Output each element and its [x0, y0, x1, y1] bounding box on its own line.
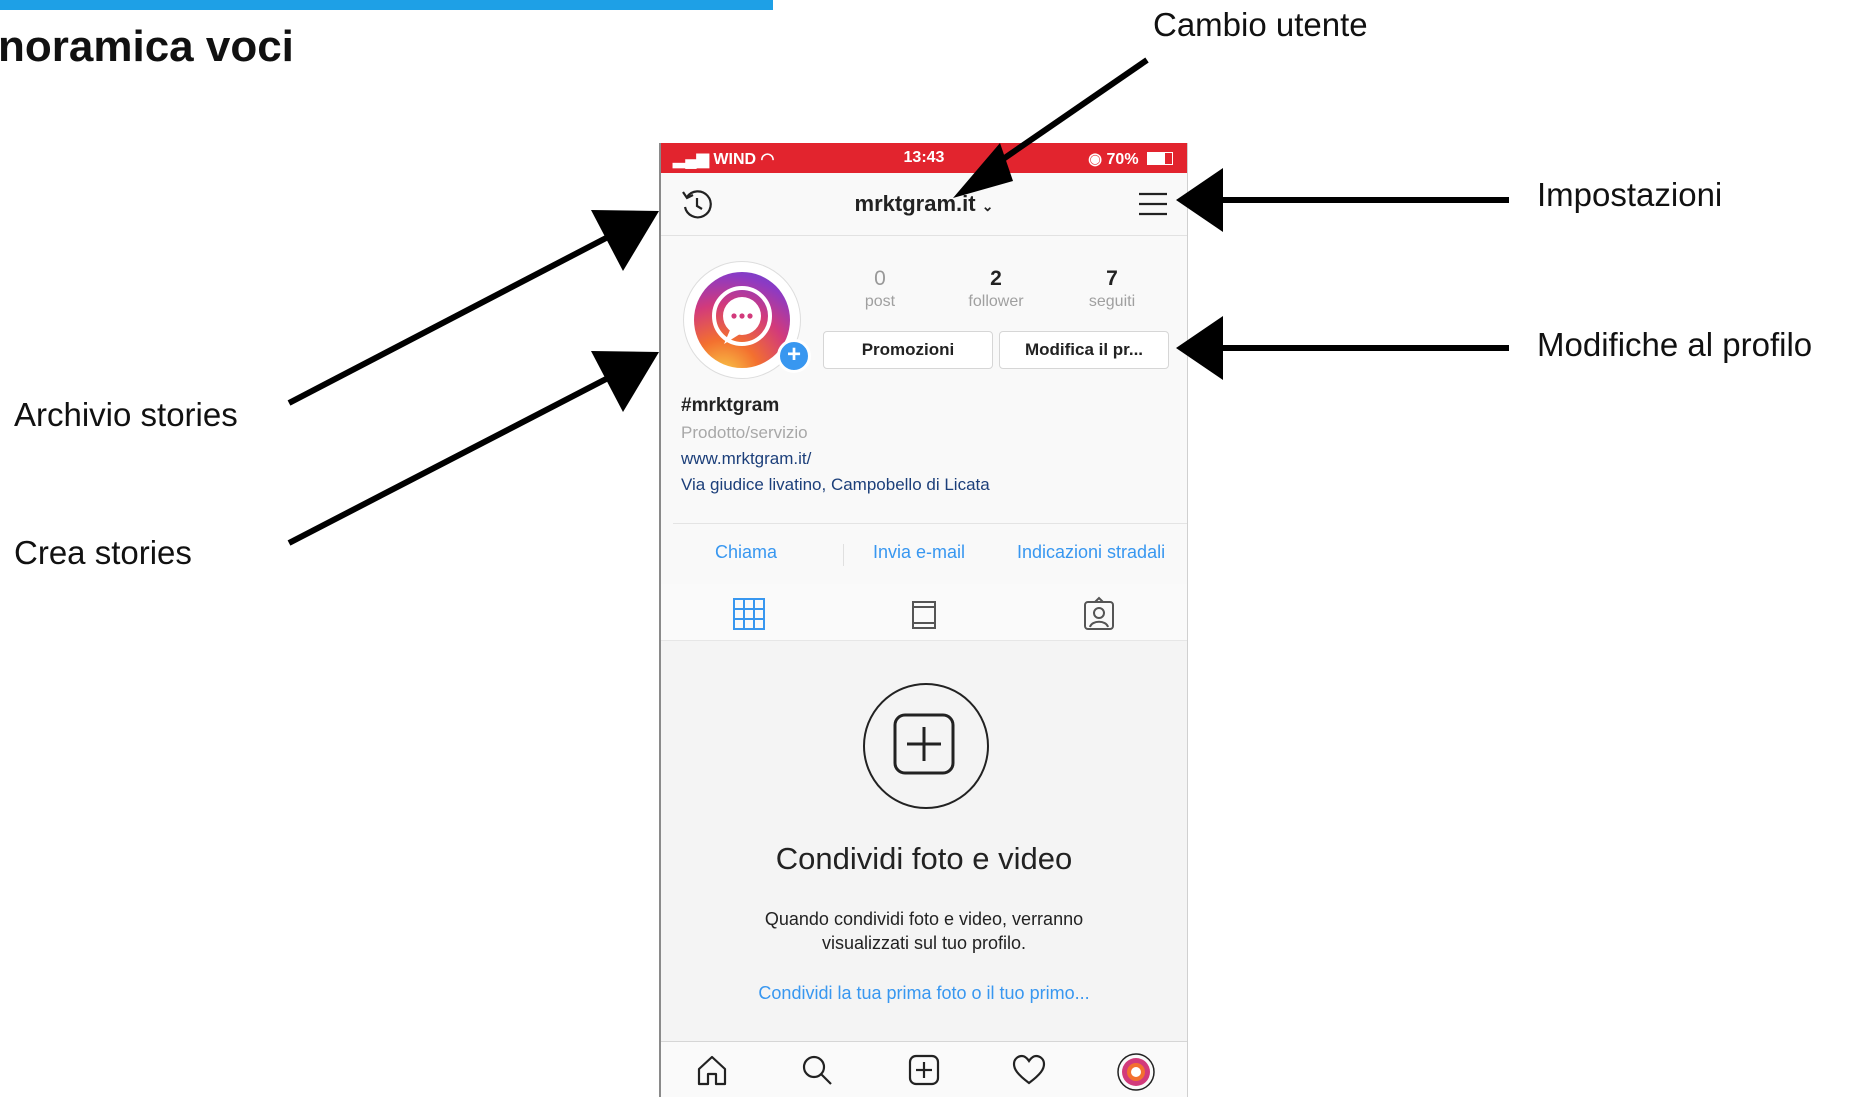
annotation-cambio-utente: Cambio utente [1153, 6, 1368, 43]
directions-button[interactable]: Indicazioni stradali [1017, 542, 1165, 563]
username: mrktgram.it [854, 191, 976, 216]
orientation-lock-icon: ◉ [1088, 151, 1107, 168]
arrow-archivio-stories [287, 210, 659, 406]
annotation-modifiche-profilo: Modifiche al profilo [1537, 326, 1813, 363]
annotation-impostazioni: Impostazioni [1537, 176, 1723, 213]
feed-icon[interactable] [906, 596, 942, 632]
stat-label: post [864, 293, 896, 310]
status-bar: ▂▄▆ WIND ◠ 13:43 ◉ 70% [661, 143, 1187, 173]
profile-icon[interactable] [1116, 1052, 1155, 1091]
share-first-post-link[interactable]: Condividi la tua prima foto o il tuo pri… [661, 983, 1187, 1004]
hamburger-menu-icon[interactable] [1137, 189, 1169, 224]
bottom-navigation [661, 1041, 1187, 1097]
stat-posts[interactable]: 0 post [825, 267, 935, 311]
contact-bar: Chiama Invia e-mail Indicazioni stradali [673, 523, 1187, 585]
phone-screen: ▂▄▆ WIND ◠ 13:43 ◉ 70% mrktgram.it ⌄ + 0… [659, 143, 1188, 1097]
heart-icon[interactable] [1011, 1052, 1047, 1088]
status-right: ◉ 70% [1088, 149, 1173, 169]
chevron-down-icon: ⌄ [981, 198, 994, 214]
avatar-logo [694, 272, 790, 368]
add-post-icon[interactable] [906, 1052, 942, 1088]
search-icon[interactable] [799, 1052, 835, 1088]
profile-website-link[interactable]: www.mrktgram.it/ [681, 449, 811, 469]
slide-title: noramica voci [0, 22, 294, 71]
promotions-button[interactable]: Promozioni [823, 331, 993, 369]
arrow-crea-stories [287, 351, 659, 546]
profile-tabs [661, 584, 1187, 641]
edit-profile-button[interactable]: Modifica il pr... [999, 331, 1169, 369]
battery-percent: 70% [1106, 151, 1139, 168]
contact-divider [843, 544, 844, 566]
stat-followers[interactable]: 2 follower [941, 267, 1051, 311]
stat-following[interactable]: 7 seguiti [1057, 267, 1167, 311]
slide-accent-bar [0, 0, 773, 10]
profile-address-link[interactable]: Via giudice livatino, Campobello di Lica… [681, 475, 990, 495]
share-photo-icon[interactable] [863, 683, 989, 809]
stat-count: 7 [1106, 267, 1118, 290]
stat-count: 2 [990, 267, 1002, 290]
empty-state-text: Quando condividi foto e video, verranno … [764, 909, 1084, 953]
stat-label: follower [968, 293, 1024, 310]
annotation-crea-stories: Crea stories [14, 534, 192, 571]
empty-state-title: Condividi foto e video [775, 841, 1073, 876]
profile-category: Prodotto/servizio [681, 423, 808, 442]
call-button[interactable]: Chiama [715, 542, 777, 563]
home-icon[interactable] [694, 1052, 730, 1088]
arrow-impostazioni [1176, 168, 1509, 232]
stat-label: seguiti [1088, 293, 1136, 310]
empty-state: Condividi foto e video Quando condividi … [661, 641, 1187, 1041]
profile-name: #mrktgram [681, 395, 780, 416]
email-button[interactable]: Invia e-mail [873, 542, 965, 563]
battery-icon [1147, 152, 1173, 165]
arrow-modifiche-profilo [1176, 316, 1509, 380]
tagged-icon[interactable] [1081, 596, 1117, 632]
annotation-archivio-stories: Archivio stories [14, 396, 238, 433]
account-switcher[interactable]: mrktgram.it ⌄ [661, 191, 1187, 217]
stat-count: 0 [874, 267, 886, 290]
profile-header: mrktgram.it ⌄ [661, 173, 1187, 236]
add-story-badge[interactable]: + [777, 339, 811, 373]
grid-icon[interactable] [731, 596, 767, 632]
